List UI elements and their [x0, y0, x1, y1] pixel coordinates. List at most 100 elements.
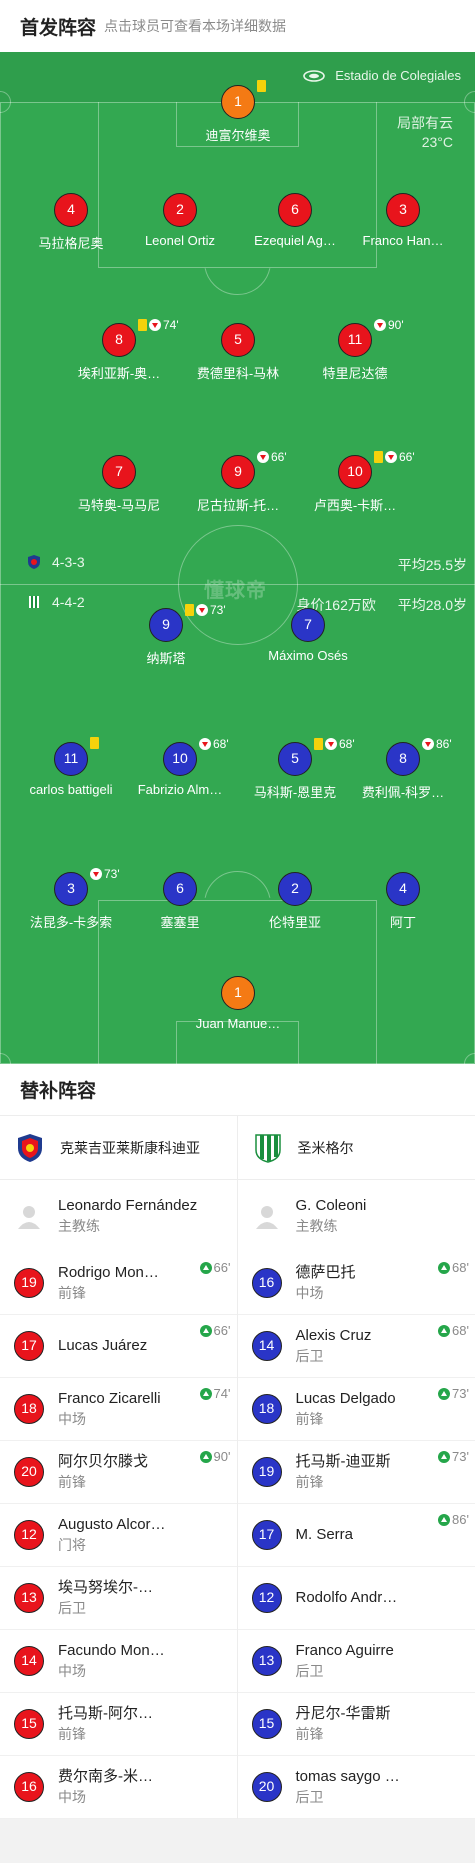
- home-subs-list: 19 Rodrigo Mon… 前锋 66' 17 Lucas Juárez 66' 18 Fr…: [0, 1252, 237, 1819]
- sub-player-position: 中场: [295, 1285, 324, 1301]
- player-events: 73': [90, 867, 120, 881]
- sub-player-name: 托马斯-阿尔…: [58, 1705, 153, 1722]
- jersey-number-badge: 7: [102, 455, 136, 489]
- away-sub-row[interactable]: 13 Franco Aguirre 后卫: [237, 1630, 475, 1693]
- away-player[interactable]: 5 68' 马科斯-恩里克: [235, 737, 355, 801]
- subs-header: 替补阵容: [0, 1064, 475, 1116]
- home-sub-row[interactable]: 19 Rodrigo Mon… 前锋 66': [0, 1252, 237, 1315]
- home-player[interactable]: 3 Franco Han…: [343, 193, 463, 248]
- sub-in-icon: [438, 1450, 451, 1463]
- sub-in-minute: 68': [452, 1323, 469, 1338]
- sub-in-indicator: 68': [438, 1260, 469, 1275]
- away-formation-row: 4-4-2: [26, 594, 85, 610]
- jersey-number-badge: 3: [386, 193, 420, 227]
- away-sub-row[interactable]: 14 Alexis Cruz 后卫 68': [237, 1315, 475, 1378]
- home-sub-row[interactable]: 13 埃马努埃尔-… 后卫: [0, 1567, 237, 1630]
- sub-in-indicator: 73': [438, 1449, 469, 1464]
- home-player[interactable]: 11 90' 特里尼达德: [295, 318, 415, 382]
- sub-player-name: M. Serra: [295, 1526, 354, 1543]
- jersey-number-badge: 9: [149, 608, 183, 642]
- away-team-crest-icon: [29, 596, 39, 608]
- away-player[interactable]: 1 Juan Manue…: [178, 976, 298, 1031]
- yellow-card-icon: [185, 604, 194, 616]
- player-name: 卢西奥-卡斯…: [313, 498, 397, 513]
- sub-player-position: 后卫: [58, 1600, 86, 1616]
- jersey-number-badge: 15: [251, 1709, 282, 1739]
- home-player[interactable]: 6 Ezequiel Ag…: [235, 193, 355, 248]
- away-sub-row[interactable]: 15 丹尼尔-华雷斯 前锋: [237, 1693, 475, 1756]
- sub-out-minute: 73': [104, 867, 120, 881]
- away-player[interactable]: 7 Máximo Osés: [248, 608, 368, 663]
- jersey-number-badge: 8: [386, 742, 420, 776]
- player-events: 68': [199, 737, 229, 751]
- away-sub-row[interactable]: 17 M. Serra 86': [237, 1504, 475, 1567]
- sub-out-icon: [422, 738, 434, 750]
- away-player[interactable]: 4 阿丁: [343, 872, 463, 931]
- home-player[interactable]: 5 费德里科-马林: [178, 323, 298, 382]
- jersey-number-badge: 7: [291, 608, 325, 642]
- jersey-number-badge: 4: [386, 872, 420, 906]
- home-player[interactable]: 8 74' 埃利亚斯-奥…: [59, 318, 179, 382]
- away-player[interactable]: 6 塞塞里: [120, 872, 240, 931]
- away-player[interactable]: 3 73' 法昆多-卡多索: [11, 867, 131, 931]
- jersey-number-badge: 17: [14, 1331, 44, 1361]
- home-team-row[interactable]: 克莱吉亚莱斯康科迪亚: [0, 1116, 237, 1180]
- home-sub-row[interactable]: 17 Lucas Juárez 66': [0, 1315, 237, 1378]
- away-player[interactable]: 2 伦特里亚: [235, 872, 355, 931]
- away-player[interactable]: 10 68' Fabrizio Alm…: [120, 737, 240, 797]
- sub-player-position: 前锋: [295, 1474, 324, 1490]
- sub-player-name: 费尔南多-米…: [58, 1768, 153, 1785]
- home-sub-row[interactable]: 18 Franco Zicarelli 中场 74': [0, 1378, 237, 1441]
- home-player[interactable]: 1 迪富尔维奥: [178, 80, 298, 144]
- player-name: 费德里科-马林: [196, 366, 280, 381]
- home-sub-row[interactable]: 14 Facundo Mon… 中场: [0, 1630, 237, 1693]
- sub-player-name: 托马斯-迪亚斯: [295, 1453, 391, 1470]
- sub-player-name: Lucas Juárez: [58, 1337, 148, 1354]
- jersey-number-badge: 17: [251, 1520, 282, 1550]
- sub-player-position: 前锋: [58, 1474, 86, 1490]
- player-name: 埃利亚斯-奥…: [77, 366, 161, 381]
- away-player[interactable]: 9 73' 纳斯塔: [106, 603, 226, 667]
- sub-out-icon: [374, 319, 386, 331]
- away-player[interactable]: 11 carlos battigeli: [11, 737, 131, 797]
- sub-in-minute: 86': [452, 1512, 469, 1527]
- weather-info: 局部有云 23°C: [397, 114, 453, 152]
- sub-in-indicator: 73': [438, 1386, 469, 1401]
- jersey-number-badge: 16: [14, 1772, 44, 1802]
- player-name: Juan Manue…: [195, 1016, 281, 1031]
- home-coach-row[interactable]: Leonardo Fernández 主教练: [0, 1180, 237, 1252]
- jersey-number-badge: 2: [278, 872, 312, 906]
- home-sub-row[interactable]: 15 托马斯-阿尔… 前锋: [0, 1693, 237, 1756]
- player-name: Franco Han…: [362, 233, 444, 248]
- home-player[interactable]: 2 Leonel Ortiz: [120, 193, 240, 248]
- home-player[interactable]: 7 马特奥-马马尼: [59, 455, 179, 514]
- away-sub-row[interactable]: 20 tomas saygo … 后卫: [237, 1756, 475, 1819]
- away-sub-row[interactable]: 12 Rodolfo Andr…: [237, 1567, 475, 1630]
- sub-out-icon: [90, 868, 102, 880]
- away-player[interactable]: 8 86' 费利佩-科罗…: [343, 737, 463, 801]
- coach-avatar-icon: [255, 1206, 278, 1229]
- home-player[interactable]: 4 马拉格尼奥: [11, 193, 131, 252]
- stadium-name: Estadio de Colegiales: [335, 68, 461, 83]
- sub-out-icon: [325, 738, 337, 750]
- sub-out-minute: 74': [163, 318, 179, 332]
- home-team-stats: 平均25.5岁: [380, 555, 467, 575]
- away-sub-row[interactable]: 18 Lucas Delgado 前锋 73': [237, 1378, 475, 1441]
- home-formation-row: 4-3-3: [26, 554, 85, 570]
- sub-in-indicator: 74': [199, 1386, 231, 1401]
- player-events: [257, 80, 268, 92]
- home-player[interactable]: 10 66' 卢西奥-卡斯…: [295, 450, 415, 514]
- home-sub-row[interactable]: 20 阿尔贝尔滕戈 前锋 90': [0, 1441, 237, 1504]
- home-sub-row[interactable]: 16 费尔南多-米… 中场: [0, 1756, 237, 1819]
- home-player[interactable]: 9 66' 尼古拉斯-托…: [178, 450, 298, 514]
- away-sub-row[interactable]: 19 托马斯-迪亚斯 前锋 73': [237, 1441, 475, 1504]
- jersey-number-badge: 20: [14, 1457, 44, 1487]
- jersey-number-badge: 4: [54, 193, 88, 227]
- home-sub-row[interactable]: 12 Augusto Alcor… 门将: [0, 1504, 237, 1567]
- away-sub-row[interactable]: 16 德萨巴托 中场 68': [237, 1252, 475, 1315]
- jersey-number-badge: 11: [338, 323, 372, 357]
- away-team-row[interactable]: 圣米格尔: [237, 1116, 475, 1180]
- sub-in-minute: 68': [452, 1260, 469, 1275]
- sub-in-icon: [438, 1387, 451, 1400]
- away-coach-row[interactable]: G. Coleoni 主教练: [238, 1180, 475, 1252]
